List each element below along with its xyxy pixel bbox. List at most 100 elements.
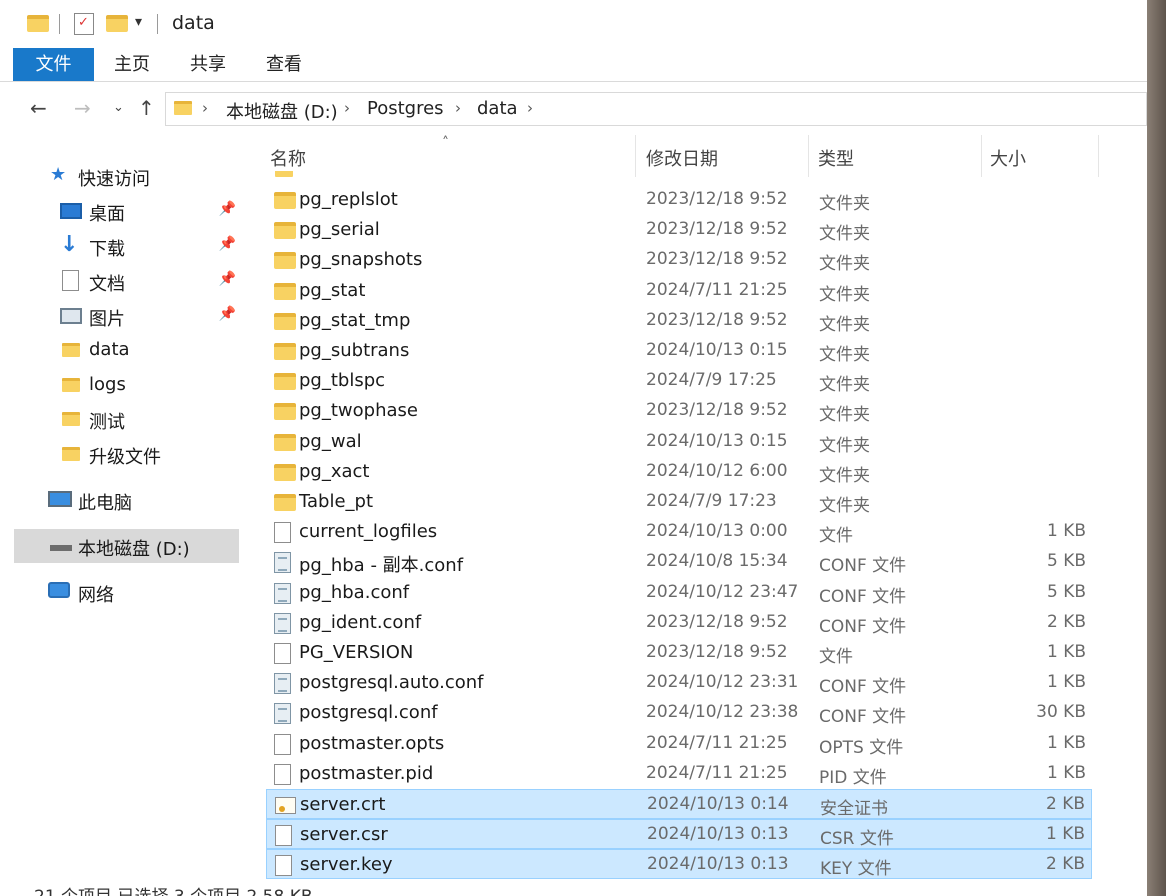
sidebar-item-network[interactable]: 网络: [14, 576, 240, 608]
folder-icon: [62, 412, 80, 426]
file-size: 5 KB: [1046, 551, 1086, 572]
pin-icon[interactable]: 📌: [219, 201, 236, 217]
breadcrumb-data[interactable]: data: [477, 98, 518, 119]
column-header-name[interactable]: 名称: [270, 145, 306, 171]
column-divider[interactable]: [1098, 135, 1099, 177]
computer-icon: [48, 491, 72, 507]
table-row[interactable]: server.crt 2024/10/13 0:14 安全证书 2 KB: [266, 789, 1092, 819]
sidebar-item-label: 测试: [89, 412, 125, 433]
file-type: 文件夹: [819, 496, 870, 516]
file-name: postgresql.auto.conf: [299, 672, 484, 694]
file-name: pg_stat: [299, 279, 366, 301]
column-header-type[interactable]: 类型: [818, 145, 854, 171]
sidebar-item-label: 图片: [89, 309, 125, 330]
table-row[interactable]: server.csr 2024/10/13 0:13 CSR 文件 1 KB: [266, 819, 1092, 850]
table-row[interactable]: pg_hba - 副本.conf 2024/10/8 15:34 CONF 文件 5 …: [266, 547, 1092, 577]
file-size: 2 KB: [1046, 611, 1086, 632]
recent-locations-chevron-icon[interactable]: ⌄: [113, 100, 124, 115]
sidebar-item-folder-test[interactable]: 测试: [14, 403, 240, 435]
sidebar-item-desktop[interactable]: 桌面 📌: [14, 195, 240, 227]
table-row[interactable]: pg_stat 2024/7/11 21:25 文件夹: [266, 276, 1092, 306]
table-row[interactable]: pg_twophase 2023/12/18 9:52 文件夹: [266, 396, 1092, 426]
properties-icon[interactable]: ✓: [74, 13, 94, 35]
sidebar-item-label: 下载: [89, 239, 125, 260]
file-type: 文件夹: [819, 224, 870, 245]
file-type: 文件夹: [819, 405, 870, 426]
desktop-icon: [60, 203, 82, 219]
breadcrumb-postgres[interactable]: Postgres: [367, 98, 444, 119]
table-row[interactable]: postmaster.pid 2024/7/11 21:25 PID 文件 1 KB: [266, 759, 1092, 789]
up-arrow-icon[interactable]: ↑: [138, 96, 155, 120]
table-row[interactable]: pg_ident.conf 2023/12/18 9:52 CONF 文件 2 KB: [266, 608, 1092, 638]
file-name: pg_snapshots: [299, 249, 423, 271]
table-row[interactable]: pg_replslot 2023/12/18 9:52 文件夹: [266, 185, 1092, 215]
table-row[interactable]: pg_stat_tmp 2023/12/18 9:52 文件夹: [266, 306, 1092, 336]
pin-icon[interactable]: 📌: [219, 236, 236, 252]
quick-access-toolbar-dropdown-icon[interactable]: ▾: [135, 14, 142, 30]
back-arrow-icon[interactable]: ←: [30, 96, 47, 120]
window-frame: [1147, 0, 1166, 896]
table-row[interactable]: pg_hba.conf 2024/10/12 23:47 CONF 文件 5 KB: [266, 578, 1092, 608]
table-row[interactable]: current_logfiles 2024/10/13 0:00 文件 1 KB: [266, 517, 1092, 547]
forward-arrow-icon[interactable]: →: [74, 96, 91, 120]
file-type: 文件夹: [819, 254, 870, 275]
folder-icon: [274, 252, 296, 270]
sidebar-item-drive-d[interactable]: 本地磁盘 (D:): [14, 529, 239, 563]
sidebar-item-quick-access[interactable]: ★ 快速访问: [14, 160, 240, 192]
folder-icon: [274, 433, 296, 451]
sidebar-item-this-pc[interactable]: 此电脑: [14, 484, 240, 516]
chevron-right-icon[interactable]: ›: [527, 99, 533, 117]
file-type: 文件: [819, 526, 853, 547]
column-header-date[interactable]: 修改日期: [646, 145, 718, 171]
chevron-right-icon[interactable]: ›: [202, 99, 208, 117]
table-row[interactable]: postgresql.auto.conf 2024/10/12 23:31 CONF…: [266, 668, 1092, 698]
file-date: 2024/7/11 21:25: [646, 762, 788, 783]
file-type: 文件夹: [819, 314, 870, 335]
table-row[interactable]: server.key 2024/10/13 0:13 KEY 文件 2 KB: [266, 849, 1092, 880]
new-folder-icon[interactable]: [106, 15, 128, 32]
file-date: 2023/12/18 9:52: [646, 642, 788, 662]
table-row[interactable]: pg_wal 2024/10/13 0:15 文件夹: [266, 427, 1092, 457]
column-header-size[interactable]: 大小: [990, 145, 1026, 171]
file-date: 2023/12/18 9:52: [646, 309, 788, 330]
table-row[interactable]: Table_pt 2024/7/9 17:23 文件夹: [266, 487, 1092, 517]
table-row[interactable]: pg_xact 2024/10/12 6:00 文件夹: [266, 457, 1092, 487]
tab-view[interactable]: 查看: [254, 48, 314, 82]
file-type: KEY 文件: [820, 859, 892, 880]
address-bar[interactable]: › 本地磁盘 (D:) › Postgres › data ›: [165, 92, 1147, 126]
folder-icon: [274, 312, 296, 330]
chevron-right-icon[interactable]: ›: [344, 99, 350, 117]
sidebar-item-label: data: [89, 339, 130, 360]
sidebar-item-pictures[interactable]: 图片 📌: [14, 300, 240, 332]
sidebar-item-documents[interactable]: 文档 📌: [14, 265, 240, 297]
table-row[interactable]: pg_subtrans 2024/10/13 0:15 文件夹: [266, 336, 1092, 366]
table-row[interactable]: postmaster.opts 2024/7/11 21:25 OPTS 文件 1 K…: [266, 729, 1092, 759]
file-date: 2024/10/12 6:00: [646, 460, 788, 481]
file-explorer-window: ✓ ▾ data 文件 主页 共享 查看 ← → ⌄ ↑ › 本地磁盘 (D:)…: [0, 0, 1147, 896]
folder-icon: [27, 15, 49, 32]
sidebar-item-folder-logs[interactable]: logs: [14, 369, 240, 401]
tab-share[interactable]: 共享: [178, 48, 238, 82]
table-row[interactable]: PG_VERSION 2023/12/18 9:52 文件 1 KB: [266, 638, 1092, 668]
sidebar-item-folder-data[interactable]: data: [14, 334, 240, 366]
sidebar-item-folder-upgrade[interactable]: 升级文件: [14, 438, 240, 470]
file-date: 2024/7/11 21:25: [646, 732, 788, 753]
breadcrumb-drive[interactable]: 本地磁盘 (D:): [226, 98, 338, 124]
table-row[interactable]: pg_tblspc 2024/7/9 17:25 文件夹: [266, 366, 1092, 396]
file-type: 文件夹: [819, 194, 870, 214]
file-size: 30 KB: [1036, 702, 1086, 723]
table-row[interactable]: pg_snapshots 2023/12/18 9:52 文件夹: [266, 245, 1092, 275]
folder-icon: [274, 373, 296, 391]
pin-icon[interactable]: 📌: [219, 306, 236, 322]
folder-icon: [274, 222, 296, 240]
table-row[interactable]: postgresql.conf 2024/10/12 23:38 CONF 文件 30…: [266, 698, 1092, 728]
table-row[interactable]: pg_serial 2023/12/18 9:52 文件夹: [266, 215, 1092, 245]
sidebar-item-label: 桌面: [89, 204, 125, 225]
sidebar-item-downloads[interactable]: ↓ 下载 📌: [14, 230, 240, 262]
pin-icon[interactable]: 📌: [219, 271, 236, 287]
file-name: pg_xact: [299, 460, 370, 482]
file-size: 1 KB: [1045, 824, 1085, 845]
chevron-right-icon[interactable]: ›: [455, 99, 461, 117]
tab-file[interactable]: 文件: [13, 48, 94, 82]
tab-home[interactable]: 主页: [102, 48, 162, 82]
